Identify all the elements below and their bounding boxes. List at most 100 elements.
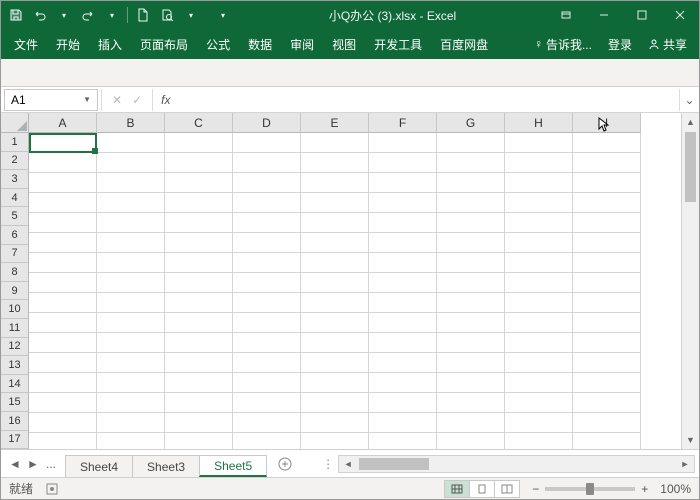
- cell[interactable]: [505, 273, 573, 293]
- formula-expand-icon[interactable]: ⌄: [679, 89, 699, 111]
- cell[interactable]: [97, 293, 165, 313]
- minimize-button[interactable]: [585, 1, 623, 29]
- cell[interactable]: [165, 253, 233, 273]
- cell[interactable]: [165, 233, 233, 253]
- zoom-out-button[interactable]: −: [532, 482, 539, 496]
- column-header[interactable]: D: [233, 113, 301, 133]
- cell[interactable]: [233, 253, 301, 273]
- split-handle-icon[interactable]: ⋮: [318, 457, 338, 471]
- cell[interactable]: [573, 173, 641, 193]
- zoom-level[interactable]: 100%: [660, 482, 691, 496]
- cell[interactable]: [165, 193, 233, 213]
- cancel-icon[interactable]: ✕: [112, 93, 122, 107]
- cell[interactable]: [165, 133, 233, 153]
- view-normal-button[interactable]: [444, 480, 470, 498]
- cell[interactable]: [233, 353, 301, 373]
- tell-me-button[interactable]: ♀告诉我...: [526, 29, 600, 59]
- cell[interactable]: [505, 153, 573, 173]
- cell[interactable]: [437, 173, 505, 193]
- cell[interactable]: [573, 253, 641, 273]
- cell[interactable]: [437, 213, 505, 233]
- login-button[interactable]: 登录: [600, 29, 640, 59]
- cell[interactable]: [233, 293, 301, 313]
- cell[interactable]: [29, 273, 97, 293]
- row-header[interactable]: 10: [1, 300, 29, 319]
- row-header[interactable]: 11: [1, 319, 29, 338]
- cell[interactable]: [29, 153, 97, 173]
- row-header[interactable]: 5: [1, 207, 29, 226]
- cell[interactable]: [369, 213, 437, 233]
- cell[interactable]: [369, 393, 437, 413]
- scroll-up-icon[interactable]: ▲: [682, 113, 699, 131]
- cell[interactable]: [301, 133, 369, 153]
- cell[interactable]: [97, 273, 165, 293]
- tab-baidu[interactable]: 百度网盘: [431, 29, 497, 59]
- cell[interactable]: [165, 173, 233, 193]
- row-header[interactable]: 15: [1, 393, 29, 412]
- zoom-in-button[interactable]: +: [641, 482, 648, 496]
- cell[interactable]: [301, 213, 369, 233]
- cell[interactable]: [97, 353, 165, 373]
- cell[interactable]: [29, 213, 97, 233]
- cell[interactable]: [437, 393, 505, 413]
- zoom-slider[interactable]: [545, 487, 635, 491]
- cell[interactable]: [505, 393, 573, 413]
- cell[interactable]: [233, 433, 301, 449]
- hscroll-thumb[interactable]: [359, 458, 429, 470]
- cell[interactable]: [29, 433, 97, 449]
- cell[interactable]: [437, 253, 505, 273]
- cell[interactable]: [369, 153, 437, 173]
- tab-formulas[interactable]: 公式: [197, 29, 239, 59]
- sheet-tab[interactable]: Sheet5: [199, 455, 267, 477]
- cell[interactable]: [233, 413, 301, 433]
- cell[interactable]: [437, 333, 505, 353]
- cell[interactable]: [301, 293, 369, 313]
- preview-dropdown-icon[interactable]: ▾: [182, 6, 200, 24]
- row-header[interactable]: 7: [1, 245, 29, 264]
- cell[interactable]: [301, 233, 369, 253]
- maximize-button[interactable]: [623, 1, 661, 29]
- cell[interactable]: [301, 173, 369, 193]
- cell[interactable]: [369, 173, 437, 193]
- cell[interactable]: [369, 333, 437, 353]
- cell[interactable]: [97, 213, 165, 233]
- cell[interactable]: [437, 133, 505, 153]
- row-header[interactable]: 8: [1, 263, 29, 282]
- tab-home[interactable]: 开始: [47, 29, 89, 59]
- cell[interactable]: [573, 293, 641, 313]
- cell[interactable]: [505, 253, 573, 273]
- cell[interactable]: [165, 373, 233, 393]
- cell[interactable]: [437, 413, 505, 433]
- row-header[interactable]: 13: [1, 356, 29, 375]
- vertical-scrollbar[interactable]: ▲ ▼: [681, 113, 699, 449]
- cell[interactable]: [437, 293, 505, 313]
- enter-icon[interactable]: ✓: [132, 93, 142, 107]
- cell[interactable]: [573, 373, 641, 393]
- cell[interactable]: [437, 433, 505, 449]
- cell[interactable]: [97, 153, 165, 173]
- cell[interactable]: [29, 373, 97, 393]
- cells-area[interactable]: [29, 133, 641, 449]
- macro-record-icon[interactable]: [45, 482, 59, 496]
- view-page-break-button[interactable]: [494, 480, 520, 498]
- column-header[interactable]: I: [573, 113, 641, 133]
- cell[interactable]: [233, 193, 301, 213]
- column-header[interactable]: B: [97, 113, 165, 133]
- cell[interactable]: [233, 373, 301, 393]
- redo-icon[interactable]: [79, 6, 97, 24]
- tab-review[interactable]: 审阅: [281, 29, 323, 59]
- cell[interactable]: [301, 433, 369, 449]
- sheet-nav-more[interactable]: ...: [43, 457, 59, 471]
- cell[interactable]: [573, 233, 641, 253]
- column-header[interactable]: F: [369, 113, 437, 133]
- cell[interactable]: [505, 213, 573, 233]
- cell[interactable]: [573, 353, 641, 373]
- cell[interactable]: [369, 233, 437, 253]
- column-header[interactable]: A: [29, 113, 97, 133]
- ribbon-options-icon[interactable]: [547, 1, 585, 29]
- tab-view[interactable]: 视图: [323, 29, 365, 59]
- cell[interactable]: [505, 193, 573, 213]
- cell[interactable]: [369, 193, 437, 213]
- cell[interactable]: [97, 253, 165, 273]
- undo-icon[interactable]: [31, 6, 49, 24]
